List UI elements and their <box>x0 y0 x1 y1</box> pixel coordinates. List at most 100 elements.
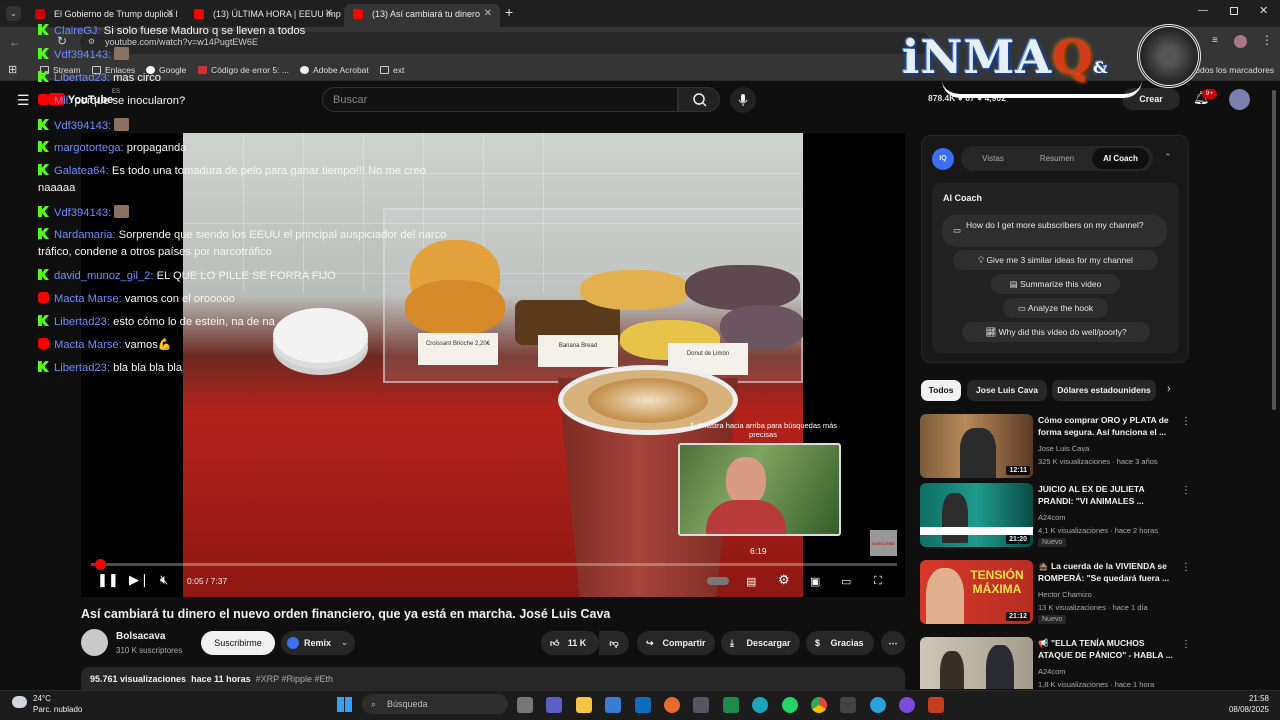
more-icon[interactable]: ⋮ <box>1181 485 1191 496</box>
edge-icon[interactable] <box>752 697 768 713</box>
video-thumbnail[interactable]: 21:20 <box>920 483 1033 547</box>
suggestion-performance[interactable]: 📈︎ Why did this video do well/poorly? <box>962 322 1150 342</box>
task-view-icon[interactable] <box>517 697 533 713</box>
recommendation-channel[interactable]: A24com <box>1038 513 1066 522</box>
download-button[interactable]: ⤓ Descargar <box>721 631 800 655</box>
pastry <box>580 270 690 310</box>
store-icon[interactable] <box>605 697 621 713</box>
chrome-icon[interactable] <box>811 697 827 713</box>
system-clock[interactable]: 21:58 08/08/2025 <box>1222 693 1269 715</box>
recommendation-item[interactable]: 21:20 JUICIO AL EX DE JULIETA PRANDI: "V… <box>920 483 1191 549</box>
like-button[interactable]: 👍︎ 11 K <box>541 631 599 655</box>
close-tab-icon[interactable]: ✕ <box>484 4 492 24</box>
suggestion-summarize[interactable]: ▤ Summarize this video <box>991 274 1120 294</box>
whatsapp-icon[interactable] <box>782 697 798 713</box>
video-thumbnail[interactable] <box>920 637 1033 689</box>
voice-search-button[interactable] <box>730 87 756 113</box>
recommendation-channel[interactable]: A24com <box>1038 667 1066 676</box>
subscribe-watermark[interactable]: SUBSCRIBE <box>870 530 897 556</box>
channel-name[interactable]: Bolsacava <box>116 631 165 642</box>
weather-widget[interactable]: 24°C Parc. nublado <box>33 693 82 715</box>
more-icon[interactable]: ⋮ <box>1181 416 1191 427</box>
subtitles-icon[interactable]: ▤ <box>746 575 756 588</box>
collapse-icon[interactable]: ⌃ <box>1164 152 1172 163</box>
recommendation-item[interactable]: 12:11 Cómo comprar ORO y PLATA de forma … <box>920 414 1191 480</box>
chat-bubble-icon: ▭ <box>953 225 962 235</box>
subscribe-button[interactable]: Suscribirme <box>201 631 275 655</box>
hashtags[interactable]: #XRP #Ripple #Eth <box>256 674 333 684</box>
tab-vistas[interactable]: Vistas <box>966 148 1020 169</box>
chip-todos[interactable]: Todos <box>921 380 961 401</box>
suggestion-ideas[interactable]: 💡︎ Give me 3 similar ideas for my channe… <box>953 250 1158 270</box>
channel-avatar[interactable] <box>81 629 108 656</box>
all-bookmarks[interactable]: Todos los marcadores <box>1191 65 1274 75</box>
youtube-icon <box>38 292 49 303</box>
recommendation-channel[interactable]: Hector Chamizo <box>1038 590 1092 599</box>
telegram-icon[interactable] <box>870 697 886 713</box>
video-thumbnail[interactable]: TENSIÓN MÁXIMA 21:12 <box>920 560 1033 624</box>
more-icon[interactable]: ⋮ <box>1181 639 1190 650</box>
recommendation-channel[interactable]: Jose Luis Cava <box>1038 444 1089 453</box>
settings-icon[interactable]: ⚙ <box>778 572 790 588</box>
app-icon[interactable] <box>899 697 915 713</box>
avatar[interactable] <box>1229 89 1250 110</box>
tab-search-icon[interactable]: ⌄ <box>6 6 21 21</box>
miniplayer-icon[interactable]: ▣ <box>810 575 820 588</box>
video-thumbnail[interactable]: 12:11 <box>920 414 1033 478</box>
hamburger-menu-icon[interactable]: ☰ <box>17 92 30 109</box>
close-tab-icon[interactable]: ✕ <box>166 4 174 24</box>
next-icon[interactable]: ▶❘ <box>129 572 150 588</box>
recommendation-meta: 13 K visualizaciones · hace 1 día <box>1038 603 1148 612</box>
start-icon[interactable] <box>337 697 352 712</box>
powerpoint-icon[interactable] <box>928 697 944 713</box>
app-icon[interactable] <box>840 697 856 713</box>
share-button[interactable]: ↪ Compartir <box>637 631 715 655</box>
thanks-button[interactable]: $ Gracias <box>806 631 874 655</box>
scrubber-handle[interactable] <box>94 559 106 570</box>
recommendation-item[interactable]: TENSIÓN MÁXIMA 21:12 🏚️ La cuerda de la … <box>920 560 1191 626</box>
firefox-icon[interactable] <box>664 697 680 713</box>
suggestion-subscribers[interactable]: ▭ How do I get more subscribers on my ch… <box>942 215 1167 247</box>
picture-in-picture-preview[interactable] <box>678 443 841 536</box>
outlook-icon[interactable] <box>635 697 651 713</box>
maximize-icon[interactable] <box>1230 7 1238 15</box>
weather-icon[interactable] <box>12 696 27 708</box>
tab-ai-coach[interactable]: AI Coach <box>1092 148 1149 169</box>
excel-icon[interactable] <box>723 697 739 713</box>
chevron-right-icon[interactable]: › <box>1167 383 1171 395</box>
back-icon[interactable]: ← <box>9 35 21 49</box>
close-window-icon[interactable]: ✕ <box>1259 4 1268 17</box>
theater-mode-icon[interactable]: ▭ <box>841 575 851 588</box>
menu-icon[interactable]: ⋮ <box>1261 33 1273 47</box>
autoplay-toggle[interactable] <box>707 577 729 585</box>
teams-icon[interactable] <box>546 697 562 713</box>
suggestion-hook[interactable]: ▭ Analyze the hook <box>1003 298 1108 318</box>
new-tab-icon[interactable]: + <box>505 4 513 20</box>
more-actions-button[interactable]: ⋯ <box>881 631 905 655</box>
page-scrollbar[interactable] <box>1272 90 1276 410</box>
logo-text: iNMA <box>902 30 1053 84</box>
tab-resumen[interactable]: Resumen <box>1028 148 1086 169</box>
close-tab-icon[interactable]: ✕ <box>325 4 333 24</box>
recommendation-item[interactable]: 📢 "ELLA TENÍA MUCHOS ATAQUE DE PÁNICO" -… <box>920 637 1190 689</box>
chip-dolares[interactable]: Dólares estadounidens <box>1052 380 1156 401</box>
file-explorer-icon[interactable] <box>576 697 592 713</box>
dislike-button[interactable]: 👎︎ <box>599 631 629 655</box>
thanks-label: Gracias <box>830 638 864 648</box>
recommendation-title: Cómo comprar ORO y PLATA de forma segura… <box>1038 415 1169 437</box>
mute-icon[interactable]: 🔇︎ <box>160 572 168 588</box>
remix-button[interactable]: Remix ⌄ <box>281 631 355 655</box>
chip-jose-luis-cava[interactable]: Jose Luis Cava <box>967 380 1047 401</box>
pause-icon[interactable]: ❚❚ <box>97 572 119 588</box>
profile-icon[interactable] <box>1234 35 1247 48</box>
minimize-icon[interactable]: — <box>1198 5 1208 16</box>
progress-bar[interactable] <box>91 559 897 570</box>
arrow-up-icon: ⇑ <box>688 421 697 430</box>
extensions-icon[interactable]: ≡ <box>1212 35 1218 46</box>
more-icon[interactable]: ⋮ <box>1181 562 1191 573</box>
fullscreen-icon[interactable]: ⛶ <box>874 575 882 588</box>
apps-icon[interactable]: ⊞ <box>8 63 17 76</box>
search-button[interactable] <box>678 87 720 112</box>
taskbar-search[interactable]: ⌕ Búsqueda <box>362 694 508 714</box>
app-icon[interactable] <box>693 697 709 713</box>
